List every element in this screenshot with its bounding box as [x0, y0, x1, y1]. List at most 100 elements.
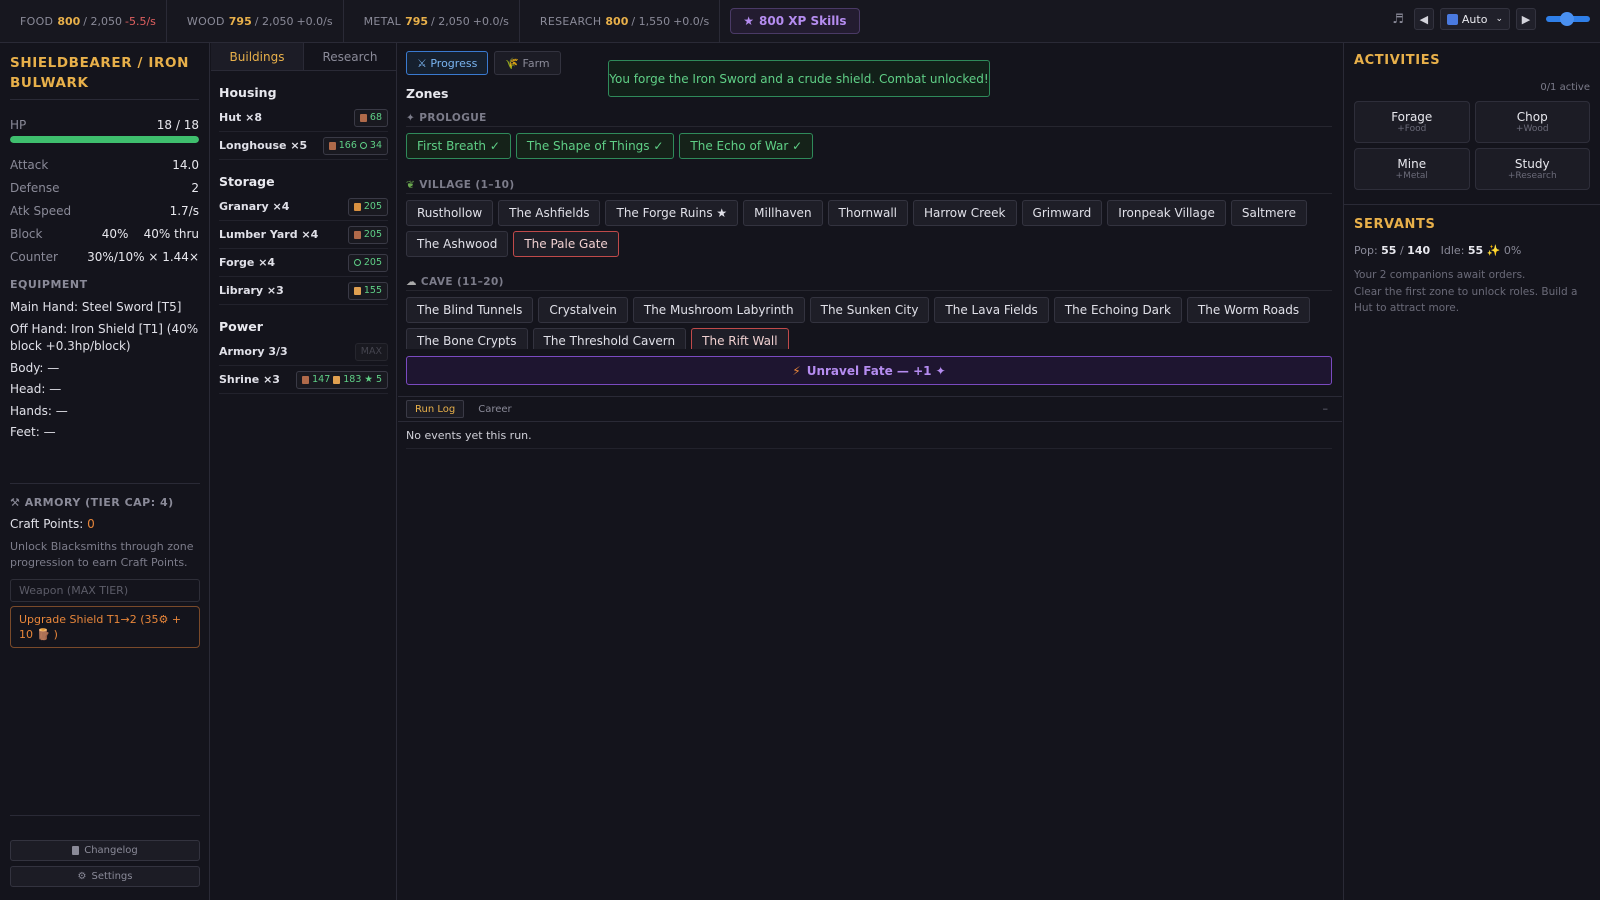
- zone-button[interactable]: Grimward: [1021, 200, 1103, 226]
- activity-chop-button[interactable]: Chop +Wood: [1474, 101, 1590, 143]
- zone-button[interactable]: The Echoing Dark: [1053, 297, 1182, 323]
- auto-icon: [1446, 13, 1458, 25]
- changelog-button[interactable]: Changelog: [10, 840, 200, 861]
- zone-button[interactable]: The Lava Fields: [934, 297, 1049, 323]
- cost-amount: 147: [312, 374, 331, 385]
- zone-button[interactable]: The Blind Tunnels: [406, 297, 534, 323]
- activity-name: Mine: [1397, 157, 1427, 171]
- zone-button[interactable]: The Sunken City: [809, 297, 930, 323]
- leaf-icon: ❦: [406, 178, 416, 191]
- tab-run-log[interactable]: Run Log: [406, 400, 465, 418]
- build-button[interactable]: 147 183 ★ 5: [296, 370, 388, 389]
- build-button[interactable]: 205: [347, 225, 388, 244]
- prev-button[interactable]: ◀: [1413, 8, 1434, 30]
- tab-career[interactable]: Career: [470, 400, 519, 418]
- chevron-down-icon: ⌄: [1495, 14, 1503, 24]
- food-icon: [353, 202, 361, 211]
- settings-button[interactable]: ⚙ Settings: [10, 866, 200, 887]
- resource-cap: / 1,550: [631, 14, 671, 28]
- auto-select[interactable]: Auto ⌄: [1439, 8, 1510, 30]
- build-button[interactable]: 166 34: [322, 136, 388, 155]
- build-button[interactable]: 155: [347, 281, 388, 300]
- zone-button[interactable]: First Breath ✓: [406, 133, 511, 159]
- shield-upgrade-button[interactable]: Upgrade Shield T1→2 (35⚙ + 10 🪵 ): [10, 606, 200, 648]
- music-icon[interactable]: ♬: [1392, 12, 1404, 27]
- cost-amount: 155: [363, 285, 382, 296]
- weapon-upgrade-button[interactable]: Weapon (MAX TIER): [10, 579, 200, 602]
- zone-button[interactable]: Harrow Creek: [913, 200, 1017, 226]
- speed-slider-knob[interactable]: [1559, 12, 1574, 26]
- tab-research[interactable]: Research: [304, 43, 396, 70]
- activity-study-button[interactable]: Study +Research: [1474, 148, 1590, 190]
- stat-label: Defense: [10, 180, 60, 195]
- build-button[interactable]: 205: [347, 197, 388, 216]
- zone-button[interactable]: Ironpeak Village: [1107, 200, 1226, 226]
- zone-button[interactable]: The Worm Roads: [1186, 297, 1311, 323]
- pop-cap: 140: [1407, 244, 1431, 257]
- zones-title: Zones: [406, 86, 449, 101]
- zone-list: Rusthollow The Ashfields The Forge Ruins ★…: [406, 200, 1332, 257]
- resource-bar: FOOD 800/ 2,050 -5.5/s WOOD 795/ 2,050 +0.0/s…: [0, 0, 1600, 43]
- building-name: Shrine ×3: [219, 373, 280, 386]
- xp-skills-button[interactable]: ★ 800 XP Skills: [730, 8, 860, 34]
- stat-label: Atk Speed: [10, 203, 72, 218]
- zone-button[interactable]: Crystalvein: [538, 297, 628, 323]
- stat-value: 2: [191, 180, 199, 195]
- activity-grid: Forage +Food Chop +Wood Mine +Metal Study +Rese…: [1354, 101, 1590, 190]
- cost-amount: 183 ★ 5: [343, 374, 382, 385]
- unravel-fate-button[interactable]: ⚡ Unravel Fate — +1 ✦: [406, 356, 1332, 385]
- tab-buildings[interactable]: Buildings: [211, 43, 304, 70]
- building-group-power: Power Armory 3/3 MAX Shrine ×3 147 183 ★ 5: [211, 319, 396, 394]
- zone-button[interactable]: The Rift Wall: [691, 328, 789, 349]
- cost-amount: 205: [363, 201, 382, 212]
- collapse-icon[interactable]: –: [1323, 402, 1329, 415]
- main-panel: ⚔ Progress 🌾 Farm You forge the Iron Swo…: [398, 43, 1342, 900]
- zone-button[interactable]: The Forge Ruins ★: [605, 200, 739, 226]
- activity-forage-button[interactable]: Forage +Food: [1354, 101, 1470, 143]
- tab-farm[interactable]: 🌾 Farm: [494, 51, 561, 75]
- equipment-slot: Feet: —: [10, 425, 56, 439]
- zone-button[interactable]: The Echo of War ✓: [679, 133, 814, 159]
- rock-icon: ☁: [406, 275, 417, 288]
- resource-name: METAL: [363, 14, 402, 28]
- activity-mine-button[interactable]: Mine +Metal: [1354, 148, 1470, 190]
- building-group-title: Storage: [219, 174, 275, 189]
- auto-label: Auto: [1461, 12, 1488, 26]
- stat-label: Attack: [10, 157, 49, 172]
- zone-section-cave: ☁ CAVE (11–20) The Blind Tunnels Crystalve…: [406, 273, 1332, 349]
- main-tabs: ⚔ Progress 🌾 Farm: [406, 51, 561, 75]
- cost-amount: 205: [363, 229, 382, 240]
- craft-value: 0: [87, 517, 95, 531]
- stat-label: Block: [10, 226, 43, 241]
- building-row: Shrine ×3 147 183 ★ 5: [219, 366, 388, 394]
- play-button[interactable]: ▶: [1516, 8, 1536, 30]
- resource-rate: +0.0/s: [296, 14, 333, 28]
- build-button[interactable]: MAX: [354, 342, 388, 361]
- zone-button[interactable]: The Bone Crypts: [406, 328, 528, 349]
- activity-name: Forage: [1391, 110, 1433, 124]
- hp-bar-fill: [10, 136, 199, 143]
- zone-button[interactable]: Saltmere: [1230, 200, 1307, 226]
- zone-button[interactable]: The Mushroom Labyrinth: [632, 297, 805, 323]
- zone-button[interactable]: The Threshold Cavern: [532, 328, 687, 349]
- building-row: Granary ×4 205: [219, 193, 388, 221]
- zone-button[interactable]: The Ashwood: [406, 231, 509, 257]
- building-name: Lumber Yard ×4: [219, 228, 319, 241]
- zone-button[interactable]: Millhaven: [743, 200, 823, 226]
- equipment-heading: EQUIPMENT: [10, 278, 88, 291]
- zone-button[interactable]: Thornwall: [827, 200, 908, 226]
- zone-button[interactable]: The Ashfields: [498, 200, 601, 226]
- build-button[interactable]: 68: [353, 108, 388, 127]
- zone-list: The Blind Tunnels Crystalvein The Mushroom…: [406, 297, 1332, 349]
- sparkle-icon: ✨: [1486, 244, 1501, 257]
- zone-button[interactable]: The Shape of Things ✓: [515, 133, 675, 159]
- cave-zone-scroll[interactable]: The Blind Tunnels Crystalvein The Mushroom…: [406, 297, 1332, 349]
- speed-slider[interactable]: [1546, 12, 1590, 26]
- activity-yield: +Food: [1397, 124, 1427, 134]
- zone-button[interactable]: The Pale Gate: [513, 231, 619, 257]
- build-button[interactable]: 205: [347, 253, 388, 272]
- tab-progress[interactable]: ⚔ Progress: [406, 51, 489, 75]
- craft-note: Unlock Blacksmiths through zone progress…: [10, 540, 194, 569]
- back-icon: ◀: [1419, 12, 1429, 26]
- zone-button[interactable]: Rusthollow: [406, 200, 494, 226]
